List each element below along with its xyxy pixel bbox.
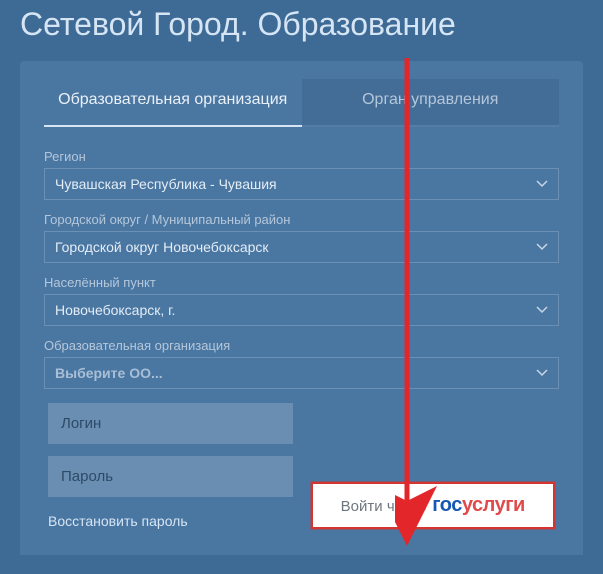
login-card: Образовательная организация Орган управл… (20, 61, 583, 555)
chevron-down-icon (536, 180, 548, 188)
gosuslugi-brand-p1: гос (432, 494, 462, 516)
gosuslugi-pre-text: Войти через (341, 498, 427, 515)
tab-authority[interactable]: Орган управления (302, 79, 560, 127)
password-input[interactable] (48, 456, 293, 497)
district-select[interactable]: Городской округ Новочебоксарск (44, 231, 559, 263)
district-label: Городской округ / Муниципальный район (44, 212, 559, 227)
app-title: Сетевой Город. Образование (20, 0, 583, 61)
locality-label: Населённый пункт (44, 275, 559, 290)
gosuslugi-button[interactable]: Войти через госуслуги (311, 482, 556, 529)
org-select[interactable]: Выберите ОО... (44, 357, 559, 389)
field-district: Городской округ / Муниципальный район Го… (44, 212, 559, 263)
gosuslugi-brand-p2: услуги (462, 494, 525, 516)
org-value: Выберите ОО... (55, 365, 163, 381)
chevron-down-icon (536, 369, 548, 377)
auth-left: Восстановить пароль (48, 403, 293, 529)
tabs: Образовательная организация Орган управл… (44, 79, 559, 127)
field-region: Регион Чувашская Республика - Чувашия (44, 149, 559, 200)
gosuslugi-brand: госуслуги (432, 494, 525, 517)
chevron-down-icon (536, 306, 548, 314)
tab-edu-org[interactable]: Образовательная организация (44, 79, 302, 127)
login-input[interactable] (48, 403, 293, 444)
region-value: Чувашская Республика - Чувашия (55, 176, 277, 192)
auth-row: Восстановить пароль Войти через госуслуг… (44, 403, 559, 529)
field-locality: Населённый пункт Новочебоксарск, г. (44, 275, 559, 326)
region-select[interactable]: Чувашская Республика - Чувашия (44, 168, 559, 200)
chevron-down-icon (536, 243, 548, 251)
locality-select[interactable]: Новочебоксарск, г. (44, 294, 559, 326)
restore-password-link[interactable]: Восстановить пароль (48, 513, 293, 529)
locality-value: Новочебоксарск, г. (55, 302, 175, 318)
org-label: Образовательная организация (44, 338, 559, 353)
auth-right: Войти через госуслуги (311, 403, 556, 529)
district-value: Городской округ Новочебоксарск (55, 239, 269, 255)
field-org: Образовательная организация Выберите ОО.… (44, 338, 559, 389)
region-label: Регион (44, 149, 559, 164)
